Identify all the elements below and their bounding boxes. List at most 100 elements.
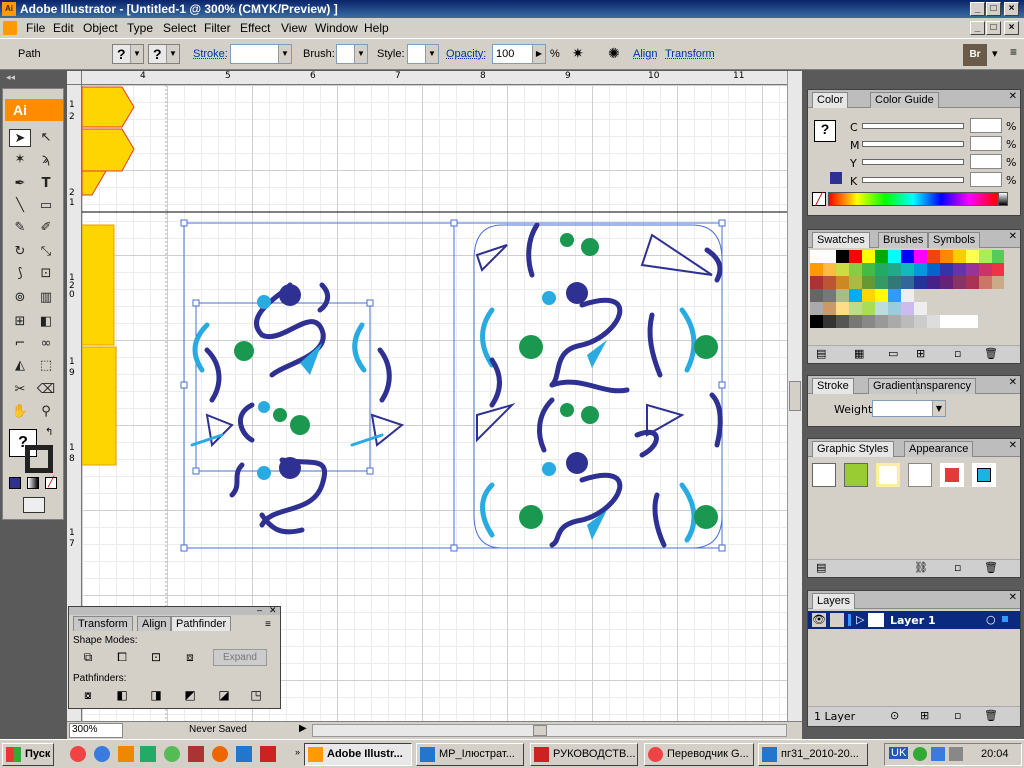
- brush-dropdown[interactable]: ▼: [336, 44, 368, 64]
- show-kinds-icon[interactable]: ▦: [854, 347, 864, 360]
- doc-restore-button[interactable]: □: [986, 21, 1001, 35]
- rectangle-tool-icon[interactable]: ▭: [35, 197, 57, 215]
- crop-icon[interactable]: ◩: [181, 687, 199, 703]
- swap-fill-stroke-icon[interactable]: ↰: [45, 427, 53, 438]
- lock-toggle[interactable]: [830, 613, 844, 627]
- opacity-field[interactable]: 100 ▶: [492, 44, 546, 64]
- style-dropdown[interactable]: ▼: [407, 44, 439, 64]
- black-white-ramp[interactable]: [998, 192, 1008, 206]
- tab-graphic-styles[interactable]: Graphic Styles: [812, 441, 894, 457]
- tab-color[interactable]: Color: [812, 92, 849, 108]
- h-scroll-thumb[interactable]: [533, 725, 547, 736]
- scroll-thumb[interactable]: [789, 381, 801, 411]
- ruler-origin[interactable]: [67, 71, 82, 85]
- exclude-icon[interactable]: ⧈: [181, 649, 199, 665]
- tab-layers[interactable]: Layers: [812, 593, 856, 609]
- symbol-sprayer-tool-icon[interactable]: ⊚: [9, 289, 31, 307]
- chrome-quicklaunch-icon[interactable]: [70, 746, 86, 762]
- new-sublayer-icon[interactable]: ⊞: [920, 709, 929, 722]
- k-value-field[interactable]: [970, 172, 1002, 187]
- lasso-tool-icon[interactable]: ϡ: [35, 151, 57, 169]
- stroke-label[interactable]: Stroke:: [193, 48, 228, 60]
- tab-stroke[interactable]: Stroke: [812, 378, 854, 394]
- hand-tool-icon[interactable]: ✋: [9, 403, 31, 421]
- swatch-options-icon[interactable]: ▭: [888, 347, 898, 360]
- control-menu-icon[interactable]: ≡: [1010, 45, 1017, 59]
- task-illustrator[interactable]: Adobe Illustr...: [304, 743, 412, 766]
- divide-icon[interactable]: ⧇: [79, 687, 97, 703]
- recolor-icon[interactable]: ✷: [572, 45, 584, 62]
- tab-pathfinder[interactable]: Pathfinder: [171, 616, 232, 631]
- new-layer-icon[interactable]: ▫: [954, 709, 961, 722]
- tray-icon[interactable]: [913, 747, 927, 761]
- menu-help[interactable]: Help: [364, 21, 389, 35]
- app-quicklaunch-icon[interactable]: [164, 746, 180, 762]
- tab-transparency[interactable]: Transparency: [916, 378, 976, 394]
- app-quicklaunch-icon[interactable]: [188, 746, 204, 762]
- doc-close-button[interactable]: ×: [1004, 21, 1019, 35]
- none-mode-icon[interactable]: ╱: [45, 477, 57, 489]
- vertical-scrollbar[interactable]: [787, 71, 802, 721]
- menu-object[interactable]: Object: [83, 21, 118, 35]
- folder-quicklaunch-icon[interactable]: [118, 746, 134, 762]
- clock[interactable]: 20:04: [981, 748, 1009, 760]
- paintbrush-tool-icon[interactable]: ✎: [9, 219, 31, 237]
- style-library-icon[interactable]: ▤: [816, 561, 826, 574]
- warp-tool-icon[interactable]: ⟆: [9, 265, 31, 283]
- tools-collapse-icon[interactable]: ◂◂: [0, 70, 67, 88]
- last-color-swatch[interactable]: [830, 172, 842, 184]
- delete-style-icon[interactable]: 🗑: [984, 561, 998, 574]
- menu-edit[interactable]: Edit: [53, 21, 74, 35]
- color-spectrum-bar[interactable]: [828, 192, 998, 206]
- eraser-tool-icon[interactable]: ⌫: [35, 381, 57, 399]
- language-indicator[interactable]: UK: [889, 747, 909, 759]
- horizontal-scrollbar[interactable]: [312, 724, 787, 737]
- minus-back-icon[interactable]: ◳: [247, 687, 265, 703]
- pencil-tool-icon[interactable]: ✐: [35, 219, 57, 237]
- ie-quicklaunch-icon[interactable]: [94, 746, 110, 762]
- none-color-icon[interactable]: ╱: [812, 192, 826, 206]
- stroke-color-dropdown[interactable]: ? ▼: [148, 44, 180, 64]
- eyedropper-tool-icon[interactable]: ⌐: [9, 335, 31, 353]
- panel-close-icon[interactable]: ✕: [1009, 592, 1017, 603]
- tab-appearance[interactable]: Appearance: [904, 441, 974, 457]
- free-transform-tool-icon[interactable]: ⊡: [35, 265, 57, 283]
- c-value-field[interactable]: [970, 118, 1002, 133]
- menu-type[interactable]: Type: [127, 21, 153, 35]
- style-swatch[interactable]: [876, 463, 900, 487]
- style-swatch[interactable]: [844, 463, 868, 487]
- blend-tool-icon[interactable]: ∞: [35, 335, 57, 353]
- swatch-library-icon[interactable]: ▤: [816, 347, 826, 360]
- transform-link[interactable]: Transform: [665, 48, 715, 60]
- tab-align[interactable]: Align: [137, 616, 172, 631]
- pdf-quicklaunch-icon[interactable]: [260, 746, 276, 762]
- tab-color-guide[interactable]: Color Guide: [870, 92, 939, 108]
- tab-transform[interactable]: Transform: [73, 616, 133, 631]
- unite-icon[interactable]: ⧉: [79, 649, 97, 665]
- new-color-group-icon[interactable]: ⊞: [916, 347, 925, 360]
- screen-mode-icon[interactable]: [23, 497, 45, 513]
- style-swatch[interactable]: [940, 463, 964, 487]
- align-link[interactable]: Align: [633, 48, 657, 60]
- color-mode-icon[interactable]: [9, 477, 21, 489]
- direct-selection-tool-icon[interactable]: ↖: [35, 129, 57, 147]
- opacity-label[interactable]: Opacity:: [446, 48, 486, 60]
- app-quicklaunch-icon[interactable]: [140, 746, 156, 762]
- new-style-icon[interactable]: ▫: [954, 561, 961, 574]
- menu-effect[interactable]: Effect: [240, 21, 270, 35]
- doc-minimize-button[interactable]: _: [970, 21, 985, 35]
- slice-tool-icon[interactable]: ✂: [9, 381, 31, 399]
- y-value-field[interactable]: [970, 154, 1002, 169]
- word-quicklaunch-icon[interactable]: [236, 746, 252, 762]
- m-slider[interactable]: [862, 141, 964, 147]
- start-button[interactable]: Пуск: [2, 743, 54, 766]
- merge-icon[interactable]: ◨: [147, 687, 165, 703]
- expand-button[interactable]: Expand: [213, 649, 267, 666]
- stroke-swatch[interactable]: [25, 445, 53, 473]
- panel-close-icon[interactable]: ✕: [1009, 231, 1017, 242]
- panel-close-icon[interactable]: ✕: [269, 605, 277, 616]
- bridge-arrow-icon[interactable]: ▾: [992, 47, 998, 60]
- menu-file[interactable]: File: [26, 21, 45, 35]
- minus-front-icon[interactable]: ⧠: [113, 649, 131, 665]
- gradient-mode-icon[interactable]: [27, 477, 39, 489]
